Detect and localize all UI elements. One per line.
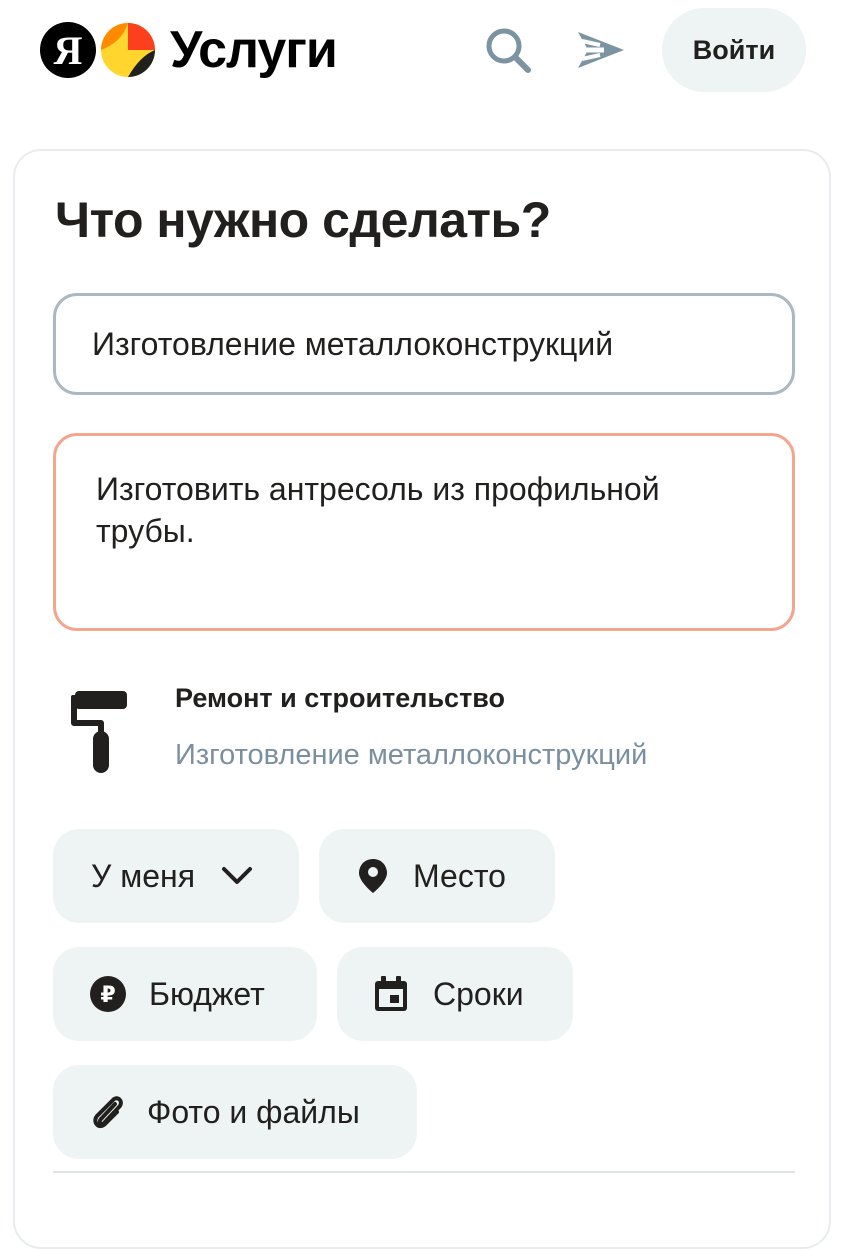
logo-text: Услуги: [170, 21, 338, 79]
divider: [53, 1171, 795, 1173]
order-form-card: Что нужно сделать? Изготовление металлок…: [13, 149, 831, 1249]
yandex-services-logo[interactable]: Я Услуги: [40, 18, 338, 82]
category-info: Ремонт и строительство Изготовление мета…: [71, 681, 771, 781]
attachments-label: Фото и файлы: [147, 1093, 360, 1130]
budget-button[interactable]: ₽ Бюджет: [53, 947, 317, 1041]
subcategory-link[interactable]: Изготовление металлоконструкций: [175, 739, 647, 772]
description-textarea[interactable]: Изготовить антресоль из профильной трубы…: [53, 433, 795, 631]
place-button[interactable]: Место: [319, 829, 555, 923]
search-icon[interactable]: [482, 24, 534, 76]
login-button[interactable]: Войти: [662, 8, 806, 92]
top-header: Я Услуги Войти: [0, 0, 844, 100]
budget-label: Бюджет: [149, 975, 265, 1012]
category-name: Ремонт и строительство: [175, 683, 506, 713]
service-input[interactable]: Изготовление металлоконструкций: [53, 293, 795, 395]
attachments-button[interactable]: Фото и файлы: [53, 1065, 417, 1159]
deadline-button[interactable]: Сроки: [337, 947, 573, 1041]
location-mode-dropdown[interactable]: У меня: [53, 829, 299, 923]
service-input-value: Изготовление металлоконструкций: [92, 325, 614, 362]
paint-roller-icon: [71, 691, 127, 773]
page-title: Что нужно сделать?: [55, 192, 551, 248]
send-icon[interactable]: [574, 24, 626, 76]
paperclip-icon: [89, 1092, 125, 1132]
place-label: Место: [413, 857, 506, 894]
svg-text:₽: ₽: [100, 983, 115, 1008]
location-mode-label: У меня: [91, 857, 196, 894]
yandex-logo-badge: Я: [40, 22, 96, 78]
deadline-label: Сроки: [433, 975, 524, 1012]
ruble-icon: ₽: [89, 975, 127, 1013]
location-pin-icon: [357, 858, 389, 894]
services-ball-icon: [101, 23, 155, 77]
description-value: Изготовить антресоль из профильной трубы…: [96, 471, 660, 549]
calendar-icon: [373, 975, 409, 1013]
chevron-down-icon: [221, 866, 253, 886]
